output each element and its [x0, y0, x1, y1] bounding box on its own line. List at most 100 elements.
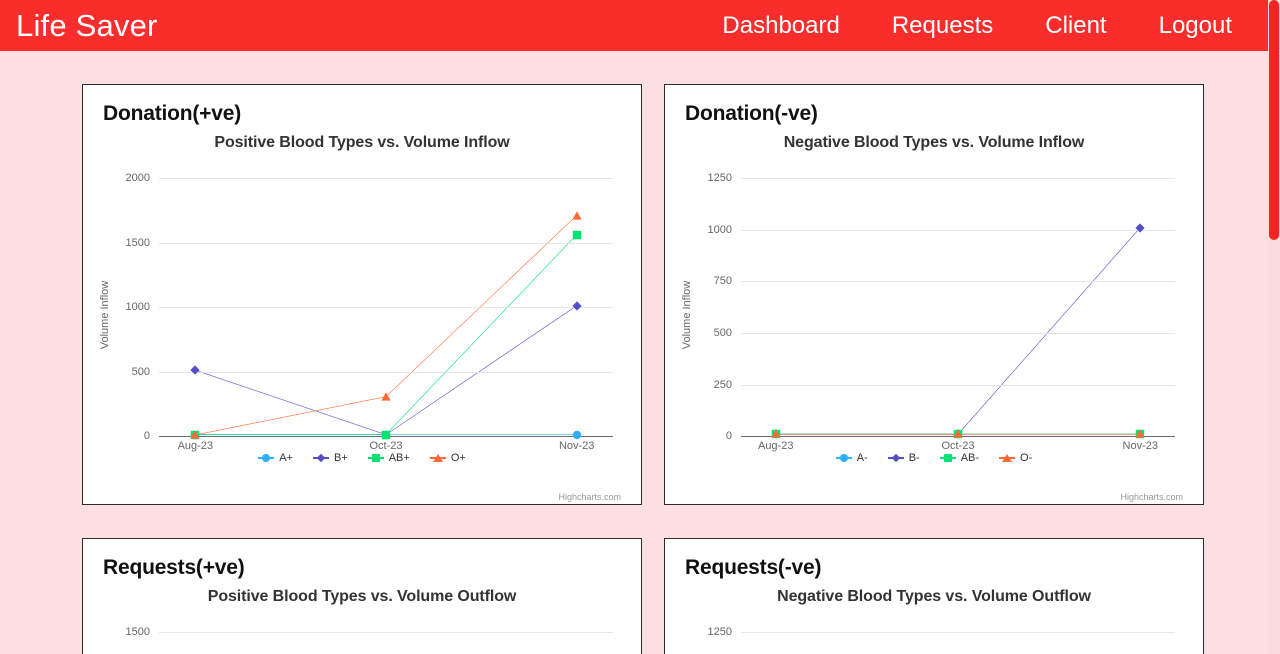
legend-marker-icon	[258, 453, 275, 463]
legend-marker-icon	[887, 453, 904, 463]
nav-link-requests[interactable]: Requests	[866, 13, 1019, 38]
x-axis-tick: Nov-23	[1122, 440, 1158, 453]
card-donation-negative: Donation(-ve) Negative Blood Types vs. V…	[664, 84, 1204, 505]
card-donation-positive: Donation(+ve) Positive Blood Types vs. V…	[82, 84, 642, 505]
nav-link-logout[interactable]: Logout	[1133, 13, 1258, 38]
series-line[interactable]	[195, 306, 576, 435]
legend-item[interactable]: O-	[999, 452, 1032, 464]
chart-donation-positive[interactable]: Positive Blood Types vs. Volume Inflow Vo…	[97, 134, 627, 504]
gridline	[159, 242, 613, 244]
x-axis-tick: Aug-23	[757, 440, 794, 453]
y-axis-tick: 750	[713, 275, 732, 288]
plot-area[interactable]: 025050075010001250Aug-23Oct-23Nov-23	[708, 626, 1175, 654]
gridline	[741, 332, 1175, 334]
chart-legend: A+ B+ AB+ O+	[97, 452, 627, 464]
data-point-marker[interactable]	[953, 429, 964, 440]
legend-item[interactable]: B+	[312, 452, 348, 465]
y-axis-tick: 1500	[125, 626, 150, 639]
legend-item[interactable]: AB+	[367, 452, 410, 464]
data-point-marker[interactable]	[571, 300, 582, 311]
x-axis-tick: Oct-23	[941, 440, 975, 453]
plot-area[interactable]: 0 250 500 750 1000 1250 Aug-23 Oct-23 Nov-23	[708, 172, 1175, 452]
chart-title: Positive Blood Types vs. Volume Outflow	[207, 588, 517, 606]
legend-marker-icon	[367, 453, 384, 463]
y-axis-tick: 2000	[125, 172, 150, 185]
data-point-marker[interactable]	[190, 365, 201, 376]
gridline	[159, 307, 613, 309]
chart-donation-negative[interactable]: Negative Blood Types vs. Volume Inflow Vo…	[679, 134, 1189, 504]
legend-marker-icon	[939, 453, 956, 463]
top-navbar: Life Saver Dashboard Requests Client Log…	[0, 0, 1268, 51]
legend-label: B+	[333, 452, 348, 465]
chart-requests-positive[interactable]: Positive Blood Types vs. Volume OutflowV…	[97, 588, 627, 654]
legend-item[interactable]: B-	[887, 452, 920, 465]
nav-links: Dashboard Requests Client Logout	[696, 13, 1268, 38]
data-point-marker[interactable]	[770, 429, 781, 440]
y-axis-label: Volume Inflow	[681, 280, 693, 350]
legend-item[interactable]: AB-	[939, 452, 980, 465]
x-axis-tick: Aug-23	[177, 440, 214, 453]
legend-label: A+	[279, 452, 293, 465]
chart-title: Negative Blood Types vs. Volume Outflow	[777, 588, 1091, 606]
y-axis-tick: 1250	[707, 172, 732, 185]
series-line[interactable]	[776, 228, 1141, 435]
series-line[interactable]	[195, 235, 576, 435]
gridline	[741, 632, 1175, 634]
nav-link-dashboard[interactable]: Dashboard	[696, 13, 865, 38]
y-axis-tick: 250	[713, 378, 732, 391]
app-brand: Life Saver	[16, 8, 158, 43]
chart-legend: A- B- AB- O-	[679, 452, 1189, 464]
highcharts-credit[interactable]: Highcharts.com	[558, 492, 621, 502]
legend-item[interactable]: A-	[835, 452, 868, 465]
legend-marker-icon	[999, 453, 1016, 463]
card-title: Donation(-ve)	[685, 102, 818, 125]
y-axis-tick: 1250	[707, 626, 732, 639]
gridline	[159, 371, 613, 373]
data-point-marker[interactable]	[381, 391, 392, 402]
y-axis-tick: 500	[713, 326, 732, 339]
y-axis-tick: 1500	[125, 236, 150, 249]
chart-requests-negative[interactable]: Negative Blood Types vs. Volume OutflowV…	[679, 588, 1189, 654]
legend-label: A-	[856, 452, 868, 465]
plot-area[interactable]: 0 500 1000 1500 2000 Aug-23 Oct-23 Nov-23	[126, 172, 613, 452]
card-title: Requests(+ve)	[103, 556, 245, 579]
data-point-marker[interactable]	[1135, 222, 1146, 233]
legend-item[interactable]: A+	[258, 452, 293, 464]
card-title: Requests(-ve)	[685, 556, 822, 579]
data-point-marker[interactable]	[571, 429, 582, 440]
chart-card-grid: Donation(+ve) Positive Blood Types vs. V…	[82, 84, 1268, 654]
gridline	[741, 229, 1175, 231]
gridline	[741, 384, 1175, 386]
card-requests-positive: Requests(+ve) Positive Blood Types vs. V…	[82, 538, 642, 654]
y-axis-tick: 0	[725, 430, 732, 443]
y-axis-label: Volume Inflow	[99, 280, 111, 350]
gridline	[159, 632, 613, 634]
nav-link-client[interactable]: Client	[1019, 13, 1132, 38]
plot-area[interactable]: 050010001500Aug-23Oct-23Nov-23	[126, 626, 613, 654]
chart-title: Negative Blood Types vs. Volume Inflow	[783, 134, 1085, 152]
legend-item[interactable]: O+	[429, 452, 466, 465]
y-axis-tick: 0	[143, 430, 150, 443]
legend-label: O-	[1020, 452, 1033, 465]
legend-marker-icon	[835, 453, 852, 463]
legend-label: O+	[450, 452, 466, 465]
legend-label: AB-	[960, 452, 980, 465]
data-point-marker[interactable]	[571, 210, 582, 221]
data-point-marker[interactable]	[190, 430, 201, 441]
card-title: Donation(+ve)	[103, 102, 241, 125]
gridline	[741, 281, 1175, 283]
x-axis-tick: Oct-23	[369, 440, 403, 453]
gridline	[741, 178, 1175, 180]
highcharts-credit[interactable]: Highcharts.com	[1120, 492, 1183, 502]
legend-marker-icon	[312, 453, 329, 463]
data-point-marker[interactable]	[381, 429, 392, 440]
data-point-marker[interactable]	[571, 229, 582, 240]
x-axis-tick: Nov-23	[558, 440, 595, 453]
page-scrollbar-thumb[interactable]	[1269, 0, 1279, 240]
gridline	[159, 178, 613, 180]
data-point-marker[interactable]	[1135, 429, 1146, 440]
legend-label: B-	[908, 452, 920, 465]
chart-title: Positive Blood Types vs. Volume Inflow	[214, 134, 510, 152]
dashboard-content: Donation(+ve) Positive Blood Types vs. V…	[0, 51, 1268, 654]
y-axis-tick: 1000	[707, 223, 732, 236]
